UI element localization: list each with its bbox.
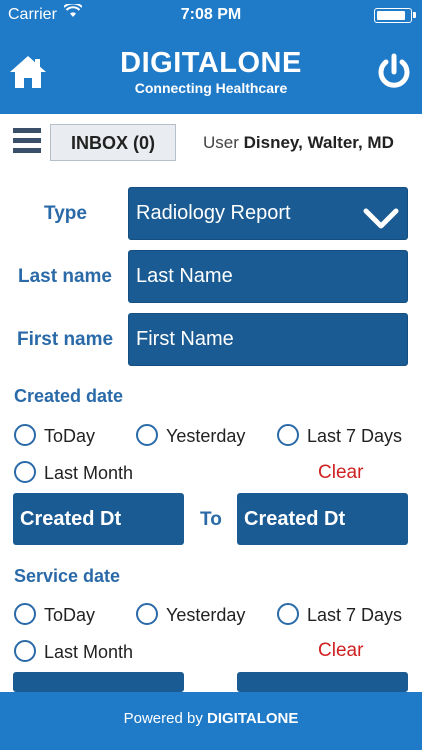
footer-powered-by: Powered by <box>123 710 203 727</box>
created-date-title: Created date <box>14 386 124 406</box>
service-clear-link[interactable]: Clear <box>318 640 363 662</box>
type-value: Radiology Report <box>136 202 291 224</box>
footer-brand: DIGITALONE <box>207 710 299 727</box>
power-icon[interactable] <box>374 52 414 92</box>
last-name-input[interactable]: Last Name <box>128 250 408 303</box>
radio-icon <box>14 461 36 483</box>
inbox-button[interactable]: INBOX (0) <box>50 124 176 161</box>
created-to-label: To <box>200 509 222 530</box>
brand-name: DIGITALONE <box>120 47 302 79</box>
app-header: DIGITALONE Connecting Healthcare <box>0 30 422 114</box>
radio-label: Yesterday <box>166 605 246 625</box>
user-name: Disney, Walter, MD <box>243 133 394 152</box>
radio-icon <box>136 603 158 625</box>
battery-icon <box>374 8 416 23</box>
created-to-date[interactable]: Created Dt <box>237 493 408 545</box>
type-label: Type <box>44 203 87 224</box>
radio-label: Last 7 Days <box>307 605 403 625</box>
status-bar: Carrier 7:08 PM <box>0 0 422 30</box>
first-name-label: First name <box>17 329 114 350</box>
menu-icon[interactable] <box>13 127 41 155</box>
brand-logo: DIGITALONE Connecting Healthcare <box>0 48 422 96</box>
radio-icon <box>14 424 36 446</box>
user-info: User Disney, Walter, MD <box>203 133 394 153</box>
last-name-label: Last name <box>18 266 112 287</box>
service-date-title: Service date <box>14 566 121 586</box>
radio-icon <box>136 424 158 446</box>
radio-icon <box>14 640 36 662</box>
type-select[interactable]: Radiology Report <box>128 187 408 240</box>
chevron-down-icon <box>363 201 399 229</box>
clock: 7:08 PM <box>180 6 242 23</box>
radio-label: Last 7 Days <box>307 426 403 446</box>
footer: Powered by DIGITALONE <box>0 692 422 750</box>
radio-label: Yesterday <box>166 426 246 446</box>
radio-label: ToDay <box>44 426 96 446</box>
service-from-date[interactable] <box>13 672 184 692</box>
created-from-date[interactable]: Created Dt <box>13 493 184 545</box>
user-prefix: User <box>203 133 239 152</box>
created-clear-link[interactable]: Clear <box>318 462 363 484</box>
first-name-input[interactable]: First Name <box>128 313 408 366</box>
radio-icon <box>277 603 299 625</box>
service-to-date[interactable] <box>237 672 408 692</box>
radio-icon <box>277 424 299 446</box>
radio-label: Last Month <box>44 642 134 662</box>
radio-icon <box>14 603 36 625</box>
radio-label: Last Month <box>44 463 134 483</box>
brand-tagline: Connecting Healthcare <box>134 80 288 96</box>
radio-label: ToDay <box>44 605 96 625</box>
